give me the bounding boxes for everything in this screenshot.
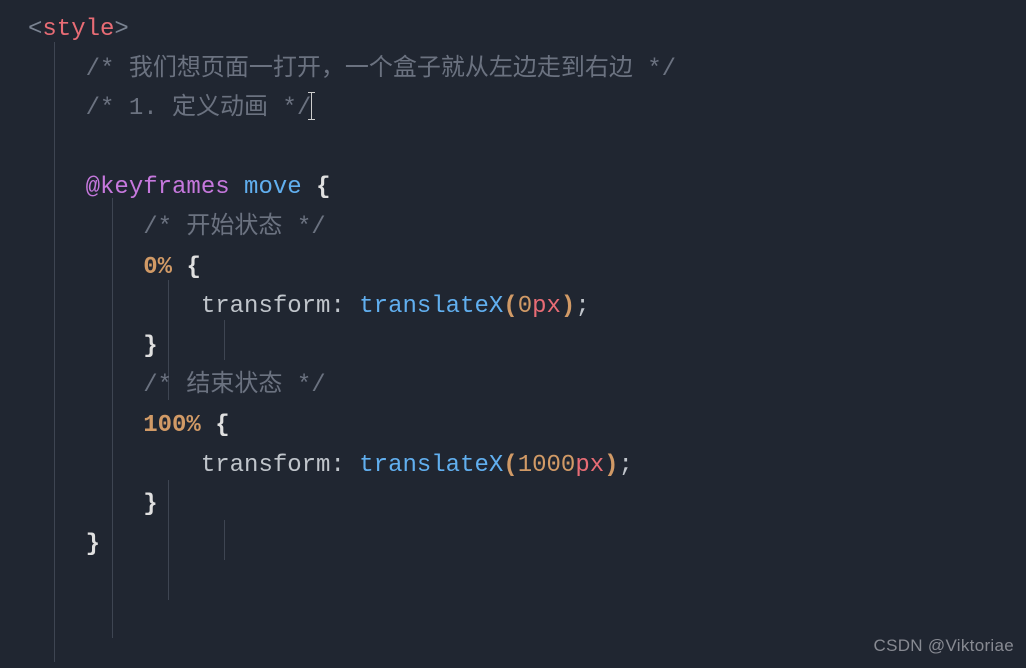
brace-open: {: [215, 412, 229, 439]
code-line: /* 结束状态 */: [28, 366, 1026, 406]
keyframe-selector: 0%: [143, 254, 172, 281]
comment: /* 我们想页面一打开，一个盒子就从左边走到右边 */: [86, 56, 676, 83]
brace-open: {: [186, 254, 200, 281]
paren-open: (: [503, 293, 517, 320]
editor-container: <style> /* 我们想页面一打开，一个盒子就从左边走到右边 */ /* 1…: [0, 0, 1026, 564]
colon: :: [330, 452, 344, 479]
colon: :: [330, 293, 344, 320]
code-line: }: [28, 485, 1026, 525]
code-line: transform: translateX(0px);: [28, 287, 1026, 327]
code-line: }: [28, 327, 1026, 367]
semicolon: ;: [619, 452, 633, 479]
brace-close: }: [143, 333, 157, 360]
paren-close: ): [561, 293, 575, 320]
unit: px: [575, 452, 604, 479]
watermark: CSDN @Viktoriae: [874, 632, 1014, 660]
code-editor[interactable]: <style> /* 我们想页面一打开，一个盒子就从左边走到右边 */ /* 1…: [0, 0, 1026, 564]
code-line: 0% {: [28, 248, 1026, 288]
paren-open: (: [503, 452, 517, 479]
code-line: /* 1. 定义动画 */: [28, 89, 1026, 129]
code-line: [28, 129, 1026, 169]
keyframe-selector: 100%: [143, 412, 201, 439]
tag-name: style: [42, 16, 114, 43]
at-rule-keyword: @keyframes: [86, 174, 230, 201]
comment: /* 开始状态 */: [143, 214, 325, 241]
tag-bracket: <: [28, 16, 42, 43]
comment: /* 结束状态 */: [143, 372, 325, 399]
css-function: translateX: [359, 293, 503, 320]
code-line: <style>: [28, 10, 1026, 50]
number-literal: 0: [518, 293, 532, 320]
code-line: 100% {: [28, 406, 1026, 446]
css-property: transform: [201, 293, 331, 320]
brace-open: {: [316, 174, 330, 201]
animation-name: move: [244, 174, 302, 201]
semicolon: ;: [575, 293, 589, 320]
comment: /* 1. 定义动画 */: [86, 95, 312, 122]
css-property: transform: [201, 452, 331, 479]
code-line: /* 我们想页面一打开，一个盒子就从左边走到右边 */: [28, 50, 1026, 90]
css-function: translateX: [359, 452, 503, 479]
code-line: /* 开始状态 */: [28, 208, 1026, 248]
text-cursor-icon: [311, 92, 312, 120]
code-line: @keyframes move {: [28, 168, 1026, 208]
code-line: }: [28, 525, 1026, 565]
paren-close: ): [604, 452, 618, 479]
tag-bracket: >: [114, 16, 128, 43]
brace-close: }: [143, 491, 157, 518]
code-line: transform: translateX(1000px);: [28, 446, 1026, 486]
unit: px: [532, 293, 561, 320]
number-literal: 1000: [518, 452, 576, 479]
brace-close: }: [86, 531, 100, 558]
